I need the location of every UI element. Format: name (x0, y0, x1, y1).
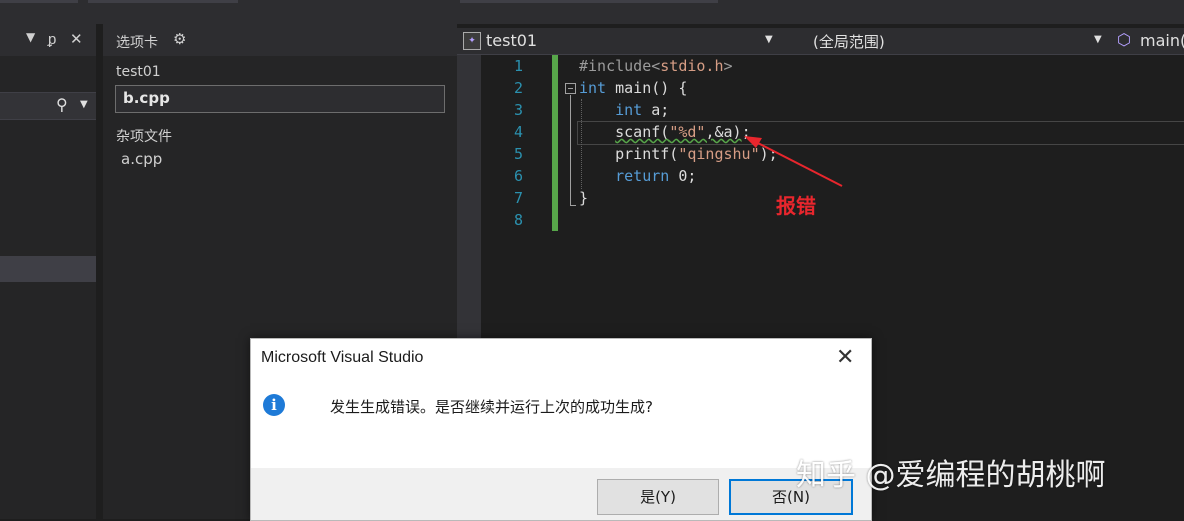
error-annotation-label: 报错 (776, 194, 816, 218)
info-icon: i (263, 394, 285, 416)
watermark: 知乎 @爱编程的胡桃啊 (796, 458, 1106, 493)
dialog-message: 发生生成错误。是否继续并运行上次的成功生成? (330, 398, 653, 416)
close-icon[interactable]: ✕ (836, 345, 854, 370)
message-dialog: Microsoft Visual Studio ✕ i 发生生成错误。是否继续并… (250, 338, 872, 521)
dialog-title: Microsoft Visual Studio (261, 349, 424, 366)
yes-button[interactable]: 是(Y) (597, 479, 719, 515)
